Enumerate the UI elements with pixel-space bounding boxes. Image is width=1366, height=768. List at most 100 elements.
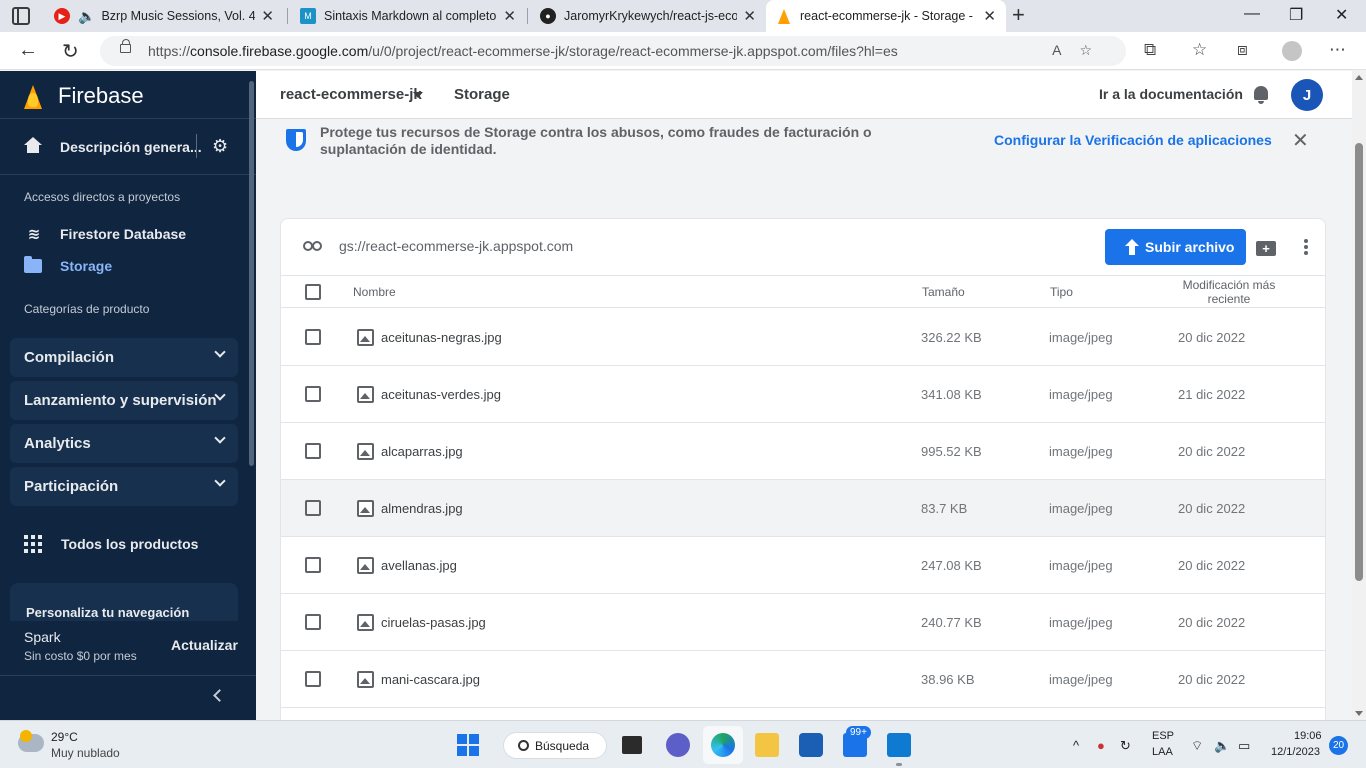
clock-time[interactable]: 19:06 (1294, 730, 1322, 742)
keyboard-layout[interactable]: LAA (1152, 746, 1173, 758)
row-checkbox[interactable] (305, 614, 321, 630)
category-participacion[interactable]: Participación (10, 467, 238, 506)
lock-icon[interactable] (120, 39, 131, 53)
url-field[interactable]: https://console.firebase.google.com/u/0/… (100, 36, 1126, 66)
task-view-icon[interactable] (622, 736, 642, 754)
close-icon[interactable]: ✕ (1292, 128, 1309, 153)
project-selector[interactable]: react-ecommerse-jk (280, 86, 422, 103)
file-name[interactable]: ciruelas-pasas.jpg (381, 615, 486, 630)
chat-icon[interactable] (666, 733, 690, 757)
sidebar-item-storage[interactable]: Storage (24, 254, 112, 278)
browser-tab-github[interactable]: ● JaromyrKrykewych/react-js-ecom ✕ (530, 0, 766, 32)
volume-icon[interactable]: 🔈 (1214, 738, 1230, 754)
configure-app-check-link[interactable]: Configurar la Verificación de aplicacion… (994, 132, 1272, 148)
edge-browser-icon[interactable] (711, 733, 735, 757)
column-type[interactable]: Tipo (1050, 285, 1073, 299)
sidebar-item-firestore[interactable]: ≋ Firestore Database (24, 222, 186, 246)
sidebar-scrollbar[interactable] (249, 81, 254, 466)
file-name[interactable]: aceitunas-verdes.jpg (381, 387, 501, 402)
vscode-icon[interactable] (887, 733, 911, 757)
table-row[interactable]: ciruelas-pasas.jpg 240.77 KB image/jpeg … (281, 594, 1325, 651)
close-tab-icon[interactable]: ✕ (983, 7, 996, 25)
row-checkbox[interactable] (305, 671, 321, 687)
sync-icon[interactable]: ↻ (1120, 738, 1131, 754)
extensions-icon[interactable]: ⧉ (1144, 40, 1156, 60)
restore-icon[interactable]: ❐ (1289, 5, 1303, 25)
antivirus-icon[interactable]: ● (1097, 738, 1105, 753)
link-icon[interactable] (303, 241, 323, 253)
column-name[interactable]: Nombre (353, 285, 396, 299)
firebase-logo[interactable]: Firebase (24, 83, 144, 109)
new-tab-icon[interactable]: + (1012, 2, 1025, 28)
weather-description[interactable]: Muy nublado (51, 746, 120, 760)
close-tab-icon[interactable]: ✕ (261, 7, 274, 25)
windows-start-icon[interactable] (457, 734, 479, 756)
table-row[interactable]: almendras.jpg 83.7 KB image/jpeg 20 dic … (281, 480, 1325, 537)
file-name[interactable]: almendras.jpg (381, 501, 463, 516)
browser-tab-youtube[interactable]: ▶ 🔈 Bzrp Music Sessions, Vol. 47 ✕ (44, 0, 284, 32)
speaker-icon[interactable]: 🔈 (78, 8, 95, 25)
battery-icon[interactable]: ▭ (1238, 738, 1250, 754)
url-text[interactable]: https://console.firebase.google.com/u/0/… (148, 43, 898, 59)
notifications-bell-icon[interactable] (1254, 86, 1268, 104)
bucket-path[interactable]: gs://react-ecommerse-jk.appspot.com (339, 238, 573, 254)
scrollbar-thumb[interactable] (1355, 143, 1363, 581)
tab-actions-icon[interactable] (12, 7, 30, 25)
store-icon[interactable] (799, 733, 823, 757)
upload-file-button[interactable]: Subir archivo (1105, 229, 1246, 265)
more-menu-icon[interactable]: ⋯ (1329, 40, 1346, 60)
taskbar-search[interactable]: Búsqueda (503, 732, 607, 759)
browser-tab-firebase[interactable]: react-ecommerse-jk - Storage - F ✕ (766, 0, 1006, 32)
file-explorer-icon[interactable] (755, 733, 779, 757)
more-options-icon[interactable] (1304, 239, 1308, 255)
browser-profile-avatar[interactable] (1282, 41, 1302, 61)
table-row[interactable]: avellanas.jpg 247.08 KB image/jpeg 20 di… (281, 537, 1325, 594)
category-compilacion[interactable]: Compilación (10, 338, 238, 377)
temperature[interactable]: 29°C (51, 730, 78, 744)
file-name[interactable]: aceitunas-negras.jpg (381, 330, 502, 345)
table-row[interactable]: aceitunas-negras.jpg 326.22 KB image/jpe… (281, 309, 1325, 366)
close-tab-icon[interactable]: ✕ (503, 7, 516, 25)
scroll-down-icon[interactable] (1355, 711, 1363, 716)
row-checkbox[interactable] (305, 443, 321, 459)
collections-icon[interactable]: ⧈ (1237, 40, 1248, 60)
notification-count[interactable]: 20 (1329, 736, 1348, 755)
scroll-up-icon[interactable] (1355, 75, 1363, 80)
reload-icon[interactable]: ↻ (62, 39, 79, 64)
favorites-icon[interactable]: ☆ (1192, 40, 1207, 60)
back-icon[interactable]: ← (18, 39, 38, 62)
upgrade-button[interactable]: Actualizar (171, 637, 238, 653)
user-avatar[interactable]: J (1291, 79, 1323, 111)
column-size[interactable]: Tamaño (922, 285, 965, 299)
read-aloud-icon[interactable]: A☆ (1052, 42, 1110, 59)
row-checkbox[interactable] (305, 329, 321, 345)
file-name[interactable]: alcaparras.jpg (381, 444, 463, 459)
wifi-icon[interactable]: ⌔ (1191, 738, 1203, 754)
close-window-icon[interactable]: ✕ (1335, 5, 1348, 25)
file-name[interactable]: avellanas.jpg (381, 558, 457, 573)
table-row[interactable]: alcaparras.jpg 995.52 KB image/jpeg 20 d… (281, 423, 1325, 480)
new-folder-icon[interactable]: + (1256, 241, 1276, 256)
weather-cloud-icon[interactable] (18, 730, 44, 752)
collapse-sidebar-icon[interactable] (213, 689, 226, 702)
close-tab-icon[interactable]: ✕ (743, 7, 756, 25)
row-checkbox[interactable] (305, 386, 321, 402)
category-lanzamiento[interactable]: Lanzamiento y supervisión (10, 381, 238, 420)
table-row[interactable]: aceitunas-verdes.jpg 341.08 KB image/jpe… (281, 366, 1325, 423)
file-name[interactable]: mani-cascara.jpg (381, 672, 480, 687)
settings-gear-icon[interactable]: ⚙ (212, 136, 228, 157)
caret-down-icon[interactable] (413, 92, 423, 98)
select-all-checkbox[interactable] (305, 284, 321, 300)
personalize-nav-card[interactable]: Personaliza tu navegación (10, 583, 238, 623)
minimize-icon[interactable]: — (1244, 5, 1260, 23)
all-products-item[interactable]: Todos los productos (24, 535, 198, 553)
chevron-up-icon[interactable]: ^ (1073, 738, 1079, 753)
clock-date[interactable]: 12/1/2023 (1271, 746, 1320, 758)
browser-tab-markdown[interactable]: M Sintaxis Markdown al completo - ✕ (290, 0, 526, 32)
category-analytics[interactable]: Analytics (10, 424, 238, 463)
row-checkbox[interactable] (305, 500, 321, 516)
table-row[interactable]: mani-cascara.jpg 38.96 KB image/jpeg 20 … (281, 651, 1325, 708)
docs-link[interactable]: Ir a la documentación (1099, 86, 1243, 102)
input-language[interactable]: ESP (1152, 730, 1174, 742)
row-checkbox[interactable] (305, 557, 321, 573)
